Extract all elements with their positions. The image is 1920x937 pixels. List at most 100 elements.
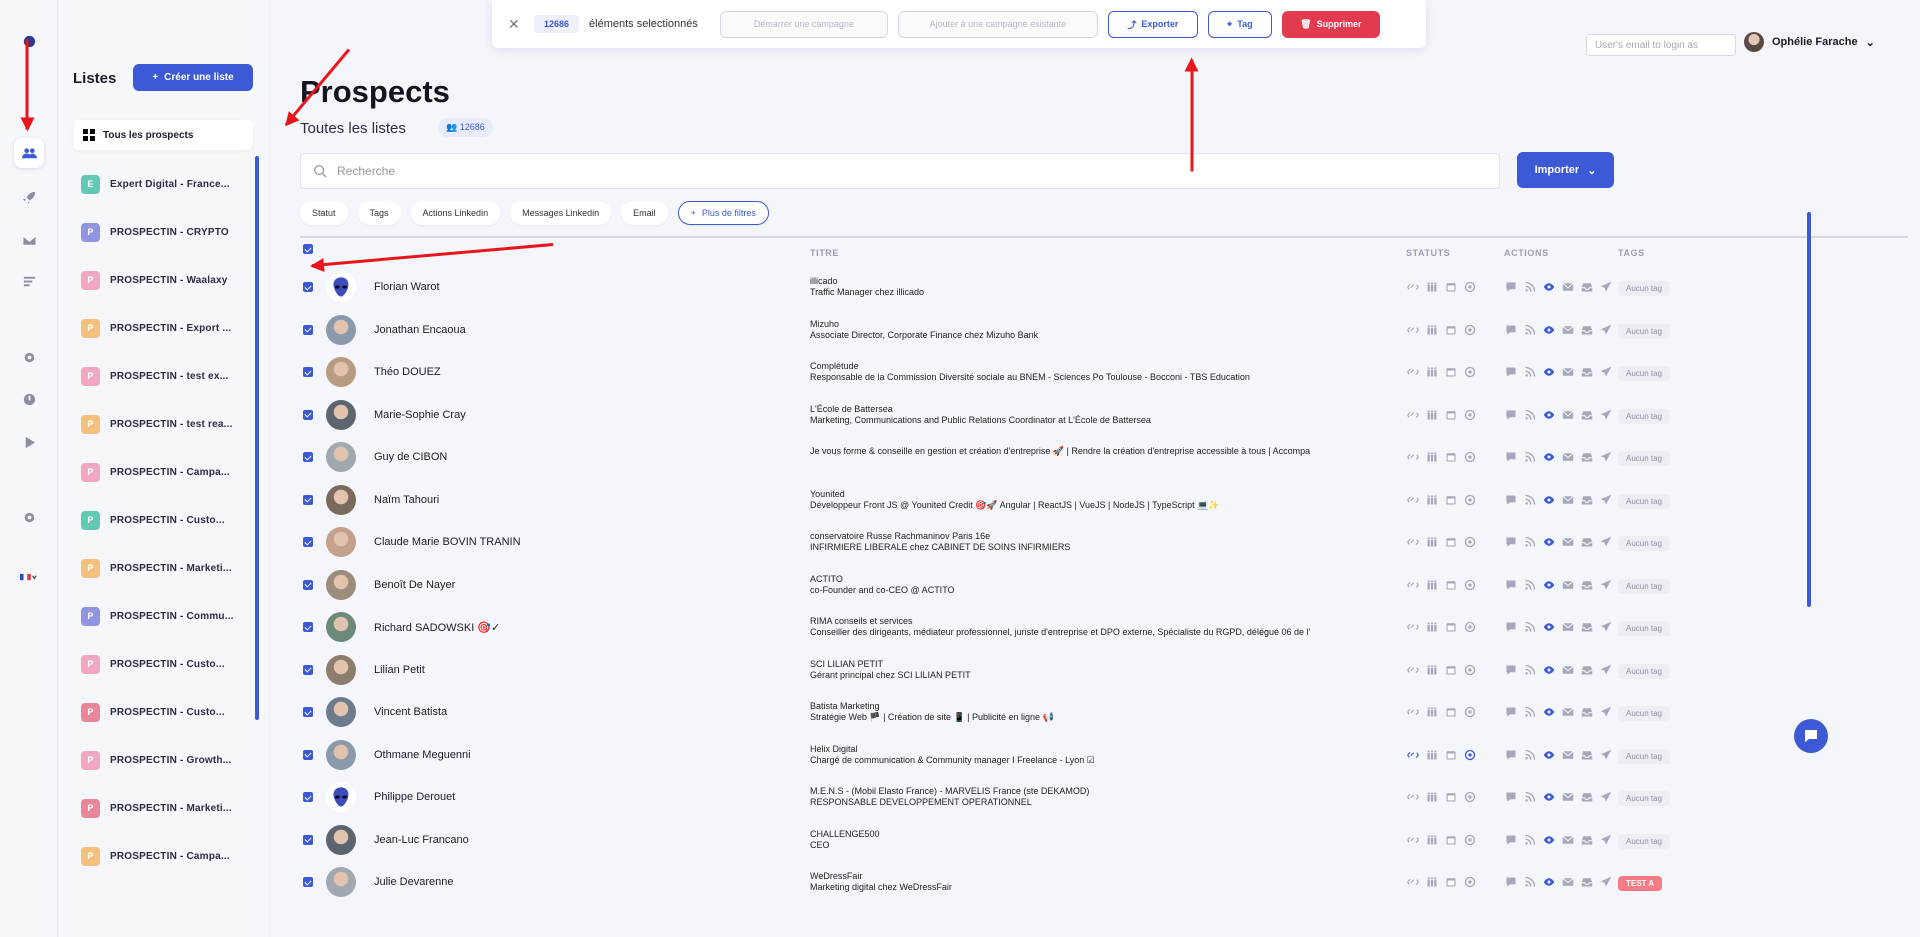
prospect-name[interactable]: Benoît De Nayer (374, 579, 455, 591)
table-row[interactable]: Marie-Sophie Cray L'École de Battersea Mar… (300, 394, 1908, 437)
email-icon[interactable] (1561, 748, 1575, 762)
visit-icon[interactable] (1542, 408, 1556, 422)
link-icon[interactable] (1406, 663, 1420, 677)
tag-badge[interactable]: Aucun tag (1618, 791, 1671, 806)
visit-icon[interactable] (1542, 790, 1556, 804)
send-icon[interactable] (1599, 705, 1613, 719)
at-icon[interactable] (1463, 705, 1477, 719)
at-icon[interactable] (1463, 620, 1477, 634)
filter-chip[interactable]: Email (621, 201, 668, 225)
linkedin-status-icon[interactable] (1425, 620, 1439, 634)
filter-chip[interactable]: Actions Linkedin (410, 201, 501, 225)
list-item[interactable]: P PROSPECTIN - Export ... (73, 304, 253, 352)
email-icon[interactable] (1561, 450, 1575, 464)
prospect-name[interactable]: Philippe Derouet (374, 791, 455, 803)
send-icon[interactable] (1599, 663, 1613, 677)
follow-icon[interactable] (1523, 790, 1537, 804)
link-icon[interactable] (1406, 875, 1420, 889)
link-icon[interactable] (1406, 535, 1420, 549)
list-item[interactable]: P PROSPECTIN - Growth... (73, 736, 253, 784)
prospect-name[interactable]: Théo DOUEZ (374, 366, 441, 378)
prospect-name[interactable]: Julie Devarenne (374, 876, 454, 888)
at-icon[interactable] (1463, 535, 1477, 549)
message-icon[interactable] (1504, 705, 1518, 719)
row-checkbox[interactable] (303, 579, 313, 590)
sort-icon[interactable] (14, 266, 44, 296)
row-checkbox[interactable] (303, 367, 313, 377)
play-icon[interactable] (14, 427, 44, 457)
message-icon[interactable] (1504, 790, 1518, 804)
table-row[interactable]: Lilian Petit SCI LILIAN PETIT Gérant princ… (300, 649, 1908, 692)
send-icon[interactable] (1599, 493, 1613, 507)
row-checkbox[interactable] (303, 792, 313, 802)
row-checkbox[interactable] (303, 282, 313, 292)
send-icon[interactable] (1599, 535, 1613, 549)
message-icon[interactable] (1504, 493, 1518, 507)
visit-icon[interactable] (1542, 365, 1556, 379)
send-icon[interactable] (1599, 280, 1613, 294)
visit-icon[interactable] (1542, 875, 1556, 889)
row-checkbox[interactable] (303, 834, 313, 845)
tag-badge[interactable]: Aucun tag (1618, 663, 1671, 679)
prospect-name[interactable]: Claude Marie BOVIN TRANIN (374, 536, 521, 548)
calendar-icon[interactable] (1444, 620, 1458, 634)
filter-chip[interactable]: Messages Linkedin (510, 201, 612, 225)
linkedin-status-icon[interactable] (1425, 663, 1439, 677)
calendar-icon[interactable] (1444, 748, 1458, 762)
table-row[interactable]: Théo DOUEZ Complétude Responsable de la Co… (300, 351, 1908, 394)
linkedin-status-icon[interactable] (1425, 365, 1439, 379)
row-checkbox[interactable] (303, 622, 313, 632)
tag-badge[interactable]: Aucun tag (1618, 578, 1671, 594)
follow-icon[interactable] (1523, 493, 1537, 507)
linkedin-status-icon[interactable] (1425, 705, 1439, 719)
visit-icon[interactable] (1542, 620, 1556, 634)
link-icon[interactable] (1406, 748, 1420, 762)
row-checkbox[interactable] (303, 707, 313, 717)
follow-icon[interactable] (1523, 535, 1537, 549)
chat-button[interactable] (1794, 719, 1828, 753)
list-item[interactable]: P PROSPECTIN - CRYPTO (73, 208, 253, 256)
follow-icon[interactable] (1523, 748, 1537, 762)
send-icon[interactable] (1599, 790, 1613, 804)
link-icon[interactable] (1406, 578, 1420, 592)
calendar-icon[interactable] (1444, 535, 1458, 549)
follow-icon[interactable] (1523, 408, 1537, 422)
linkedin-status-icon[interactable] (1425, 790, 1439, 804)
prospect-name[interactable]: Guy de CIBON (374, 451, 447, 463)
at-icon[interactable] (1463, 875, 1477, 889)
send-icon[interactable] (1599, 365, 1613, 379)
inbox-icon[interactable] (1580, 408, 1594, 422)
message-icon[interactable] (1504, 620, 1518, 634)
link-icon[interactable] (1406, 620, 1420, 634)
table-row[interactable]: Julie Devarenne WeDressFair Marketing digi… (300, 861, 1908, 904)
message-icon[interactable] (1504, 323, 1518, 337)
prospect-name[interactable]: Lilian Petit (374, 664, 425, 676)
calendar-icon[interactable] (1444, 663, 1458, 677)
table-row[interactable]: Guy de CIBON Je vous forme & conseille en… (300, 436, 1908, 479)
visit-icon[interactable] (1542, 663, 1556, 677)
email-icon[interactable] (1561, 875, 1575, 889)
link-icon[interactable] (1406, 280, 1420, 294)
filter-chip[interactable]: Statut (300, 201, 348, 225)
follow-icon[interactable] (1523, 578, 1537, 592)
calendar-icon[interactable] (1444, 833, 1458, 847)
follow-icon[interactable] (1523, 833, 1537, 847)
email-icon[interactable] (1561, 280, 1575, 294)
link-icon[interactable] (1406, 408, 1420, 422)
row-checkbox[interactable] (303, 324, 313, 335)
tag-badge[interactable]: Aucun tag (1618, 366, 1671, 381)
message-icon[interactable] (1504, 408, 1518, 422)
send-icon[interactable] (1599, 620, 1613, 634)
message-icon[interactable] (1504, 663, 1518, 677)
message-icon[interactable] (1504, 535, 1518, 549)
calendar-icon[interactable] (1444, 323, 1458, 337)
send-icon[interactable] (1599, 833, 1613, 847)
calendar-icon[interactable] (1444, 408, 1458, 422)
link-icon[interactable] (1406, 323, 1420, 337)
select-all-checkbox[interactable] (303, 244, 313, 254)
email-icon[interactable] (1561, 833, 1575, 847)
visit-icon[interactable] (1542, 450, 1556, 464)
calendar-icon[interactable] (1444, 365, 1458, 379)
list-item[interactable]: P PROSPECTIN - Campa... (73, 448, 253, 496)
at-icon[interactable] (1463, 748, 1477, 762)
